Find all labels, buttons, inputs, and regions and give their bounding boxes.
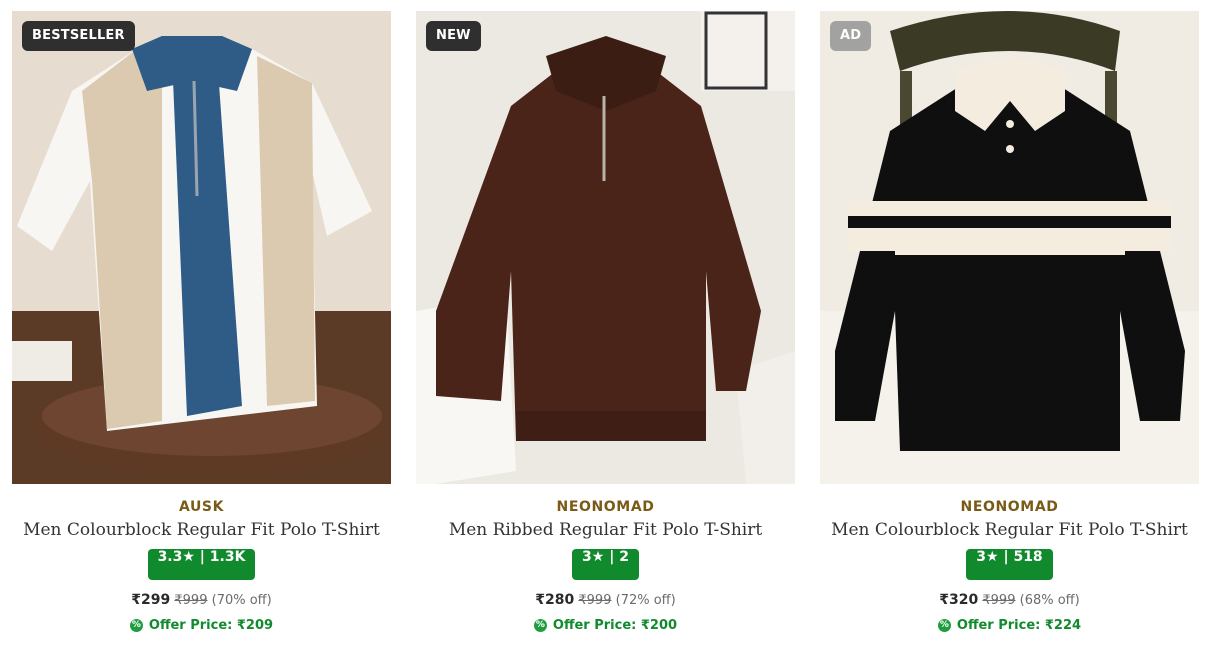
- ad-badge: AD: [830, 21, 872, 51]
- offer-percent-icon: %: [129, 619, 143, 632]
- product-card[interactable]: BESTSELLER AUSK Men Colourblock Regular …: [12, 11, 391, 650]
- product-title[interactable]: Men Colourblock Regular Fit Polo T-Shirt: [12, 520, 391, 540]
- product-image[interactable]: AD: [820, 11, 1199, 484]
- new-badge: NEW: [426, 21, 481, 51]
- original-price: ₹999: [982, 593, 1016, 608]
- product-card[interactable]: NEW NEONOMAD Men Ribbed Regular Fit Polo…: [416, 11, 795, 650]
- offer-percent-icon: %: [533, 619, 547, 632]
- offer-price-row: % Offer Price: ₹224: [820, 618, 1199, 633]
- product-brand: NEONOMAD: [556, 499, 655, 515]
- discount-text: (68% off): [1019, 593, 1080, 608]
- product-image[interactable]: NEW: [416, 11, 795, 484]
- rating-badge: 3.3★ | 1.3K: [147, 549, 256, 580]
- selling-price: ₹280: [535, 592, 575, 608]
- original-price: ₹999: [174, 593, 208, 608]
- price-row: ₹280 ₹999 (72% off): [416, 592, 795, 608]
- offer-percent-icon: %: [937, 619, 951, 632]
- offer-price: Offer Price: ₹224: [956, 618, 1082, 633]
- product-image[interactable]: BESTSELLER: [12, 11, 391, 484]
- discount-text: (70% off): [211, 593, 272, 608]
- original-price: ₹999: [578, 593, 612, 608]
- price-row: ₹299 ₹999 (70% off): [12, 592, 391, 608]
- product-title[interactable]: Men Colourblock Regular Fit Polo T-Shirt: [820, 520, 1199, 540]
- offer-price-row: % Offer Price: ₹200: [416, 618, 795, 633]
- rating-badge: 3★ | 2: [572, 549, 639, 580]
- product-grid: BESTSELLER AUSK Men Colourblock Regular …: [0, 0, 1212, 650]
- product-card[interactable]: AD NEONOMAD Men Colourblock Regular Fit …: [820, 11, 1199, 650]
- product-title[interactable]: Men Ribbed Regular Fit Polo T-Shirt: [416, 520, 795, 540]
- offer-price-row: % Offer Price: ₹209: [12, 618, 391, 633]
- product-brand: AUSK: [178, 499, 225, 515]
- product-brand: NEONOMAD: [960, 499, 1059, 515]
- discount-text: (72% off): [615, 593, 676, 608]
- rating-badge: 3★ | 518: [966, 549, 1053, 580]
- price-row: ₹320 ₹999 (68% off): [820, 592, 1199, 608]
- selling-price: ₹320: [939, 592, 979, 608]
- offer-price: Offer Price: ₹209: [148, 618, 274, 633]
- bestseller-badge: BESTSELLER: [22, 21, 135, 51]
- offer-price: Offer Price: ₹200: [552, 618, 678, 633]
- selling-price: ₹299: [131, 592, 171, 608]
